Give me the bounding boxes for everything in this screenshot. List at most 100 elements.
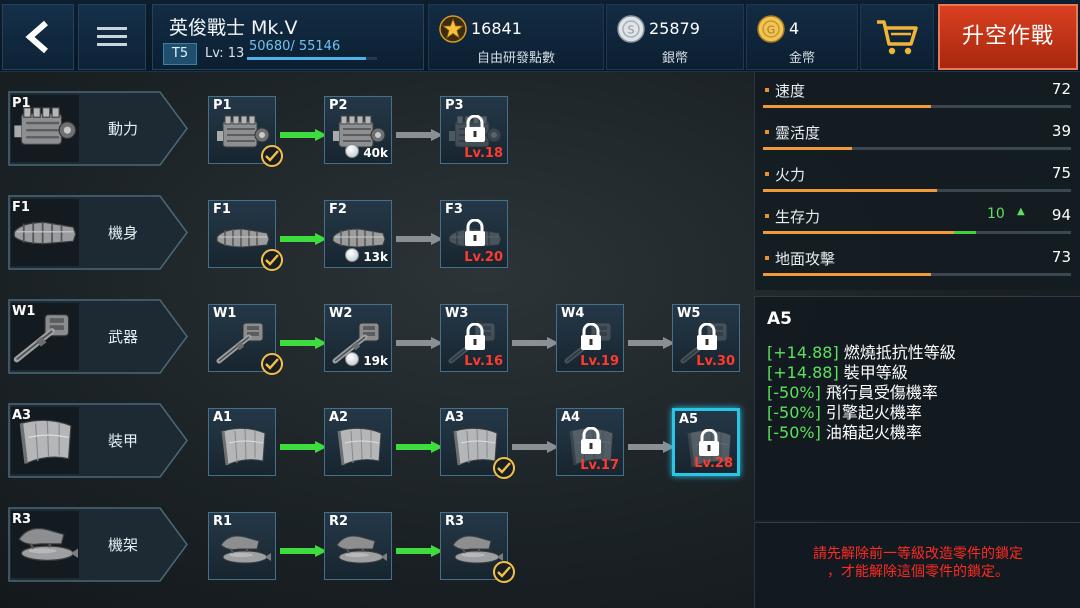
part-slot-P1[interactable]: P1 bbox=[208, 96, 283, 167]
part-slot-W4[interactable]: W4 Lv.19 bbox=[556, 304, 624, 372]
menu-button[interactable] bbox=[78, 4, 146, 70]
gold-label: 金幣 bbox=[788, 51, 815, 66]
part-slot-P3[interactable]: P3 Lv.18 bbox=[440, 96, 508, 164]
top-bar: 英俊戰士 Mk.V T5 Lv: 13 50680/ 55146 16841 自… bbox=[0, 0, 1080, 72]
stat-row: 火力 75 bbox=[755, 159, 1080, 201]
part-slot-A4[interactable]: A4 Lv.17 bbox=[556, 408, 624, 476]
part-slot-F1[interactable]: F1 bbox=[208, 200, 283, 271]
back-button[interactable] bbox=[2, 4, 74, 70]
equipped-badge bbox=[261, 145, 283, 167]
gold-panel: G 4 金幣 bbox=[746, 4, 858, 70]
part-slot-R3[interactable]: R3 bbox=[440, 512, 515, 583]
part-slot-W2[interactable]: W2 19k bbox=[324, 304, 392, 372]
effect-line: [-50%] 油箱起火機率 bbox=[767, 423, 956, 443]
part-code: F2 bbox=[329, 202, 347, 217]
plane-name: 英俊戰士 Mk.V bbox=[169, 17, 298, 39]
svg-text:G: G bbox=[767, 24, 776, 37]
stat-bar-fill bbox=[763, 147, 852, 150]
stat-value: 72 bbox=[1051, 80, 1071, 98]
part-slot-F2[interactable]: F2 13k bbox=[324, 200, 392, 268]
category-tab[interactable]: A3 裝甲 bbox=[8, 403, 188, 478]
stat-row: 地面攻擊 73 bbox=[755, 243, 1080, 285]
upgrade-arrow-green bbox=[280, 126, 328, 141]
gold-coin-icon: G bbox=[757, 15, 785, 43]
padlock-icon bbox=[465, 219, 485, 246]
stat-label: 生存力 bbox=[775, 208, 821, 226]
effect-value: [-50%] bbox=[767, 423, 821, 442]
effect-line: [-50%] 飛行員受傷機率 bbox=[767, 383, 956, 403]
part-slot-W3[interactable]: W3 Lv.16 bbox=[440, 304, 508, 372]
stat-value: 73 bbox=[1051, 248, 1071, 266]
category-code: P1 bbox=[12, 96, 31, 111]
part-code: A2 bbox=[329, 410, 349, 425]
xp-text: 50680/ 55146 bbox=[249, 39, 341, 54]
category-tab[interactable]: W1 武器 bbox=[8, 299, 188, 374]
unlock-warning-line-2: ，才能解除這個零件的鎖定。 bbox=[827, 564, 1009, 580]
category-tab[interactable]: P1 動力 bbox=[8, 91, 188, 166]
upgrade-arrow-green bbox=[396, 438, 444, 453]
part-slot-P2[interactable]: P2 40k bbox=[324, 96, 392, 164]
stat-label: 速度 bbox=[775, 82, 806, 100]
category-tab[interactable]: F1 機身 bbox=[8, 195, 188, 270]
upgrade-arrow-green bbox=[396, 542, 444, 557]
part-code: A5 bbox=[679, 412, 699, 427]
stat-bar-fill bbox=[763, 273, 931, 276]
part-slot-F3[interactable]: F3 Lv.20 bbox=[440, 200, 508, 268]
stat-value: 94 bbox=[1051, 206, 1071, 224]
part-slot-R1[interactable]: R1 bbox=[208, 512, 276, 580]
part-detail-panel: A5 [+14.88] 燃燒抵抗性等級 [+14.88] 裝甲等級 [-50%] 飛… bbox=[754, 296, 1080, 520]
effect-value: [+14.88] bbox=[767, 343, 839, 362]
stat-bar bbox=[763, 147, 1071, 150]
part-code: R1 bbox=[213, 514, 233, 529]
upgrade-arrow-grey bbox=[396, 126, 444, 141]
check-icon bbox=[265, 358, 279, 370]
launch-battle-button[interactable]: 升空作戰 bbox=[938, 4, 1078, 70]
upgrade-arrow-green bbox=[280, 334, 328, 349]
stats-panel: 速度 72 靈活度 39 火力 75 生存力 94 10 ▲ 地面攻擊 73 bbox=[754, 72, 1080, 290]
stat-row: 靈活度 39 bbox=[755, 117, 1080, 159]
category-name: 武器 bbox=[108, 328, 139, 346]
check-icon bbox=[265, 150, 279, 162]
required-level: Lv.19 bbox=[580, 354, 619, 369]
part-code: W3 bbox=[445, 306, 469, 321]
part-code: P1 bbox=[213, 98, 232, 113]
upgrade-arrow-grey bbox=[396, 230, 444, 245]
effect-value: [-50%] bbox=[767, 403, 821, 422]
part-code: A3 bbox=[445, 410, 465, 425]
effect-text: 油箱起火機率 bbox=[820, 423, 922, 442]
effect-line: [+14.88] 燃燒抵抗性等級 bbox=[767, 343, 956, 363]
upgrade-arrow-grey bbox=[512, 438, 560, 453]
category-tab[interactable]: R3 機架 bbox=[8, 507, 188, 582]
stat-bonus: 10 bbox=[987, 206, 1005, 222]
stat-row: 生存力 94 10 ▲ bbox=[755, 201, 1080, 243]
check-icon bbox=[265, 254, 279, 266]
part-slot-W5[interactable]: W5 Lv.30 bbox=[672, 304, 740, 372]
part-slot-A5[interactable]: A5 Lv.28 bbox=[672, 408, 740, 476]
part-slot-R2[interactable]: R2 bbox=[324, 512, 392, 580]
part-slot-A3[interactable]: A3 bbox=[440, 408, 515, 479]
research-points-label: 自由研發點數 bbox=[476, 51, 555, 66]
silver-coin-icon bbox=[345, 352, 359, 366]
part-slot-W1[interactable]: W1 bbox=[208, 304, 283, 375]
part-slot-A1[interactable]: A1 bbox=[208, 408, 276, 476]
detail-title: A5 bbox=[767, 309, 792, 329]
required-level: Lv.28 bbox=[694, 456, 733, 471]
padlock-icon bbox=[465, 323, 485, 350]
part-code: R3 bbox=[445, 514, 465, 529]
padlock-icon bbox=[697, 323, 717, 350]
effect-line: [+14.88] 裝甲等級 bbox=[767, 363, 956, 383]
silver-coin-icon bbox=[345, 248, 359, 262]
effect-text: 飛行員受傷機率 bbox=[820, 383, 938, 402]
shop-cart-button[interactable] bbox=[860, 4, 934, 70]
detail-effects-list: [+14.88] 燃燒抵抗性等級 [+14.88] 裝甲等級 [-50%] 飛行員受… bbox=[767, 343, 956, 443]
category-code: W1 bbox=[12, 304, 36, 319]
up-arrow-icon: ▲ bbox=[1017, 206, 1025, 217]
category-name: 裝甲 bbox=[108, 432, 139, 450]
silver-coin-icon: S bbox=[617, 15, 645, 43]
part-slot-A2[interactable]: A2 bbox=[324, 408, 392, 476]
silver-panel: S 25879 銀幣 bbox=[606, 4, 744, 70]
required-level: Lv.20 bbox=[464, 250, 503, 265]
effect-value: [-50%] bbox=[767, 383, 821, 402]
part-image bbox=[215, 527, 271, 573]
stat-bar-fill bbox=[763, 231, 954, 234]
